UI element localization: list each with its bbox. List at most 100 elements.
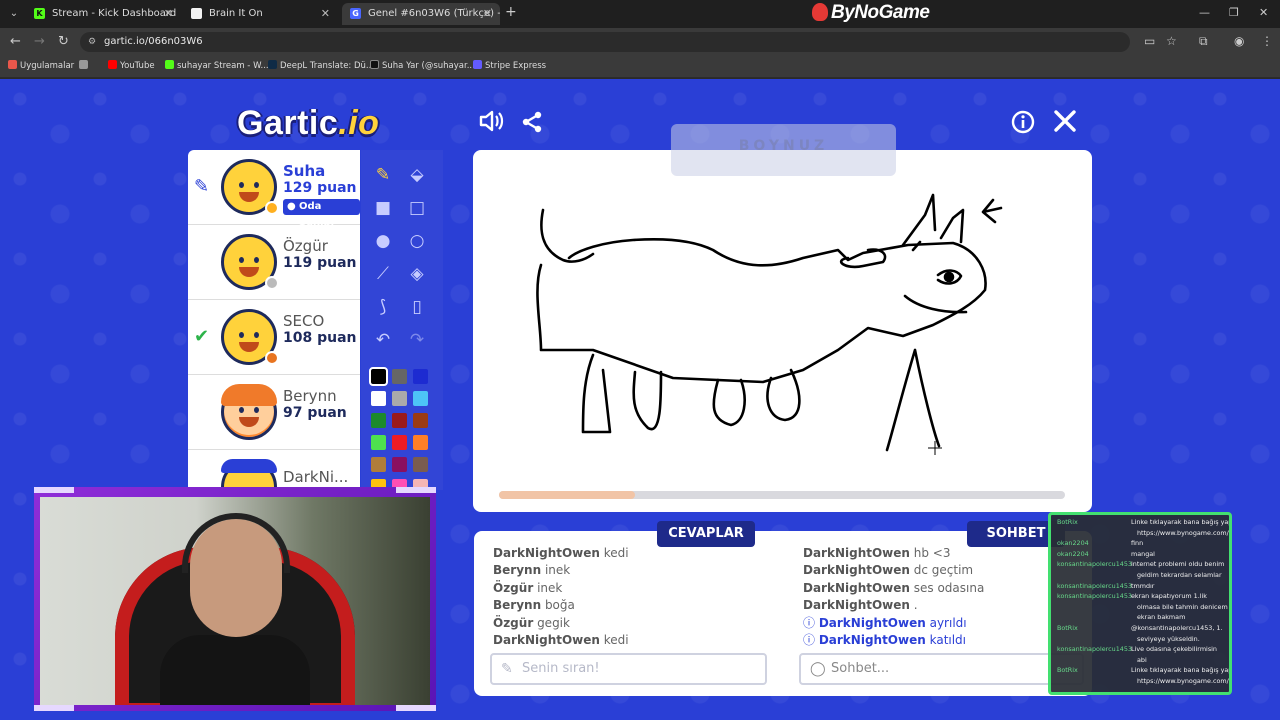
color-swatch[interactable] bbox=[413, 435, 428, 450]
color-swatch[interactable] bbox=[392, 457, 407, 472]
color-swatch[interactable] bbox=[369, 367, 388, 386]
minimize-icon[interactable]: — bbox=[1199, 6, 1210, 19]
page-icon[interactable]: ▯ bbox=[404, 294, 430, 320]
bookmark-deepl[interactable]: DeepL Translate: Dü... bbox=[268, 60, 374, 71]
avatar bbox=[221, 459, 277, 490]
answer-placeholder: Senin sıran! bbox=[522, 661, 600, 676]
rect-tool-icon[interactable]: □ bbox=[404, 195, 430, 221]
bookmark-grid[interactable] bbox=[79, 60, 91, 71]
chat-message: DarkNightOwen dc geçtim bbox=[803, 563, 974, 578]
forward-icon[interactable]: → bbox=[34, 34, 45, 49]
color-swatch[interactable] bbox=[392, 391, 407, 406]
bookmark-stream[interactable]: suhayar Stream - W... bbox=[165, 60, 269, 71]
overlay-chat-line: https://www.bynogame.com/tr/destekle/suh… bbox=[1137, 528, 1232, 537]
color-swatch[interactable] bbox=[392, 413, 407, 428]
color-swatch[interactable] bbox=[413, 413, 428, 428]
restore-icon[interactable]: ❐ bbox=[1229, 6, 1239, 19]
color-swatch[interactable] bbox=[413, 369, 428, 384]
overlay-chat-line: abi bbox=[1137, 655, 1147, 664]
color-swatch[interactable] bbox=[371, 391, 386, 406]
player-row[interactable]: ✔ SECO 108 puan bbox=[188, 300, 360, 375]
tab-gartic[interactable]: G Genel #6n03W6 (Türkçe) - Gart ✕ bbox=[342, 3, 500, 25]
bookmark-tiktok[interactable]: Suha Yar (@suhayar... bbox=[370, 60, 475, 71]
site-info-icon[interactable]: ⚙ bbox=[88, 32, 96, 52]
webcam-overlay bbox=[34, 487, 436, 711]
player-points: 97 puan bbox=[283, 405, 347, 421]
word-hint-box: BOYNUZ bbox=[671, 124, 896, 176]
profile-icon[interactable]: ◉ bbox=[1234, 34, 1244, 48]
share-icon[interactable] bbox=[520, 110, 544, 140]
player-row[interactable]: DarkNi... bbox=[188, 450, 360, 490]
bookmark-youtube[interactable]: YouTube bbox=[108, 60, 155, 71]
close-tab-icon[interactable]: ✕ bbox=[483, 3, 492, 25]
check-guessed-icon: ✔ bbox=[194, 326, 210, 347]
eraser-tool-icon[interactable]: ⬙ bbox=[404, 162, 430, 188]
overlay-chat-line: ekran bakmam bbox=[1137, 613, 1186, 622]
color-swatch[interactable] bbox=[371, 457, 386, 472]
answers-tab[interactable]: CEVAPLAR bbox=[657, 521, 755, 547]
close-window-icon[interactable]: ✕ bbox=[1259, 6, 1268, 19]
player-points: 119 puan bbox=[283, 255, 357, 271]
circle-tool-icon[interactable]: ○ bbox=[404, 228, 430, 254]
overlay-chat-line: okan2204 finn bbox=[1057, 539, 1144, 548]
overlay-chat-line: okan2204 mangal bbox=[1057, 549, 1155, 558]
answer-line: Özgür inek bbox=[493, 580, 563, 595]
player-row[interactable]: ✎ Suha 129 puan Oda Sahibi bbox=[188, 150, 360, 228]
url-text: gartic.io/066n03W6 bbox=[104, 36, 203, 47]
chat-input[interactable]: ◯ Sohbet... bbox=[799, 653, 1084, 685]
close-tab-icon[interactable]: ✕ bbox=[164, 3, 173, 25]
fill-bucket-icon[interactable]: ◈ bbox=[404, 261, 430, 287]
tab-brain-it-on[interactable]: Brain It On ✕ bbox=[183, 3, 338, 25]
player-name: SECO bbox=[283, 312, 325, 330]
overlay-chat-line: seviyeye yükseldin. bbox=[1137, 634, 1200, 643]
extensions-icon[interactable]: ⧉ bbox=[1199, 34, 1208, 49]
players-list: ✎ Suha 129 puan Oda Sahibi Özgür 119 pua… bbox=[188, 150, 360, 490]
sound-icon[interactable] bbox=[478, 108, 504, 140]
player-name: Özgür bbox=[283, 237, 328, 255]
eyedropper-icon[interactable]: ⟆ bbox=[370, 294, 396, 320]
new-tab-button[interactable]: + bbox=[505, 4, 517, 20]
color-swatch[interactable] bbox=[413, 391, 428, 406]
answer-input[interactable]: ✎ Senin sıran! bbox=[490, 653, 767, 685]
color-swatch[interactable] bbox=[371, 435, 386, 450]
filled-rect-tool-icon[interactable]: ■ bbox=[370, 195, 396, 221]
undo-icon[interactable]: ↶ bbox=[370, 327, 396, 353]
player-row[interactable]: Berynn 97 puan bbox=[188, 375, 360, 450]
bookmark-star-icon[interactable]: ☆ bbox=[1166, 34, 1177, 48]
tab-kick-dashboard[interactable]: K Stream - Kick Dashboard ✕ bbox=[26, 3, 181, 25]
overlay-chat-line: https://www.bynogame.com/tr/destekle/suh… bbox=[1137, 677, 1232, 685]
overlay-chat-line: konsantinapolercu1453ekran kapatıyorum 1… bbox=[1057, 592, 1207, 601]
deepl-icon bbox=[268, 60, 277, 69]
answer-line: DarkNightOwen kedi bbox=[493, 633, 629, 648]
close-game-icon[interactable] bbox=[1053, 109, 1077, 139]
drawing-canvas[interactable] bbox=[473, 150, 1092, 512]
system-message: ⓘ DarkNightOwen katıldı bbox=[803, 633, 967, 648]
color-swatch[interactable] bbox=[413, 457, 428, 472]
brain-it-on-favicon-icon bbox=[191, 8, 202, 19]
pencil-tool-icon[interactable]: ✎ bbox=[370, 162, 396, 188]
line-tool-icon[interactable]: ⟋ bbox=[370, 261, 396, 287]
redo-icon[interactable]: ↷ bbox=[404, 327, 430, 353]
player-name: DarkNi... bbox=[283, 468, 349, 486]
back-icon[interactable]: ← bbox=[10, 34, 21, 49]
drawing bbox=[536, 193, 1003, 455]
info-icon[interactable] bbox=[1011, 110, 1035, 140]
color-swatch[interactable] bbox=[371, 413, 386, 428]
reload-icon[interactable]: ↻ bbox=[58, 34, 69, 49]
player-row[interactable]: Özgür 119 puan bbox=[188, 225, 360, 300]
bookmark-apps[interactable]: Uygulamalar bbox=[8, 60, 74, 71]
word-hint: BOYNUZ bbox=[738, 138, 829, 154]
color-swatch[interactable] bbox=[392, 435, 407, 450]
bookmark-stripe[interactable]: Stripe Express bbox=[473, 60, 546, 71]
filled-circle-tool-icon[interactable]: ● bbox=[370, 228, 396, 254]
close-tab-icon[interactable]: ✕ bbox=[321, 3, 330, 25]
avatar bbox=[221, 309, 279, 365]
tiktok-icon bbox=[370, 60, 379, 69]
tab-search-icon[interactable]: ⌄ bbox=[6, 6, 22, 22]
cast-icon[interactable]: ▭ bbox=[1144, 34, 1155, 48]
menu-dots-icon[interactable]: ⋮ bbox=[1261, 34, 1273, 48]
overlay-chat-line: BotRixLinke tıklayarak bana bağış yapabi… bbox=[1057, 518, 1232, 526]
url-field[interactable]: ⚙ gartic.io/066n03W6 bbox=[80, 32, 1130, 52]
overlay-chat-line: olmasa bile tahmin denicem bbox=[1137, 602, 1228, 611]
color-swatch[interactable] bbox=[392, 369, 407, 384]
